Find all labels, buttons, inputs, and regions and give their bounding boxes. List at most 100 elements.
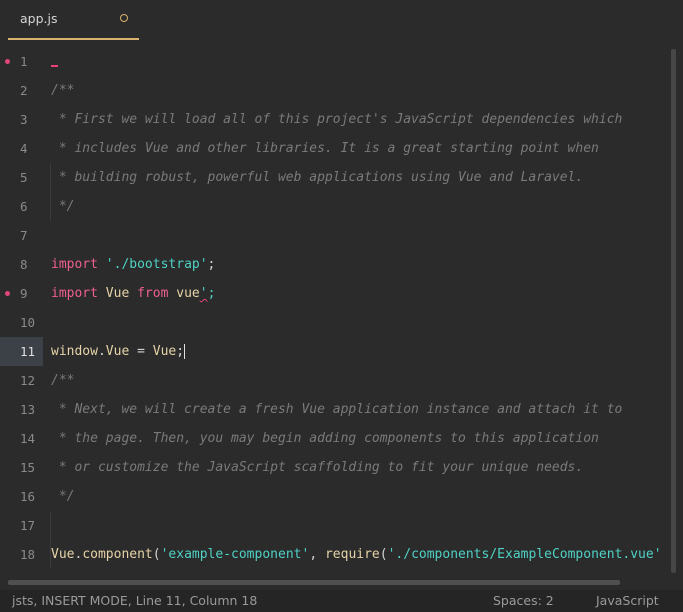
identifier: Vue	[51, 547, 75, 562]
tab-app-js[interactable]: app.js	[8, 0, 139, 40]
punctuation: ;	[207, 286, 216, 301]
identifier: Vue	[105, 286, 130, 301]
string-literal: 'example-component'	[160, 547, 310, 562]
code-line[interactable]: 14 * the page. Then, you may begin addin…	[0, 424, 668, 453]
punctuation: ,	[309, 547, 325, 562]
scrollbar-thumb[interactable]	[671, 49, 676, 573]
identifier: window	[51, 344, 98, 359]
line-number: 1	[20, 54, 28, 69]
gutter: 8	[0, 250, 43, 279]
line-number: 12	[20, 373, 36, 388]
horizontal-scrollbar[interactable]	[8, 580, 668, 586]
tab-bar: app.js	[0, 0, 683, 40]
code-line[interactable]: 7	[0, 221, 668, 250]
punctuation: ;	[207, 257, 216, 272]
syntax-error[interactable]: '	[200, 286, 208, 301]
gutter: 13	[0, 395, 43, 424]
gutter: 2	[0, 76, 43, 105]
punctuation: (	[379, 547, 388, 562]
code-line[interactable]: 15 * or customize the JavaScript scaffol…	[0, 453, 668, 482]
error-marker-icon[interactable]	[5, 291, 10, 296]
line-number: 3	[20, 112, 28, 127]
line-number: 18	[20, 547, 36, 562]
comment-text: */	[51, 199, 75, 214]
line-number: 10	[20, 315, 36, 330]
line-number: 6	[20, 199, 28, 214]
gutter: 15	[0, 453, 43, 482]
line-number: 16	[20, 489, 36, 504]
line-number: 14	[20, 431, 36, 446]
comment-text: * building robust, powerful web applicat…	[51, 170, 584, 185]
indentation-setting[interactable]: Spaces: 2	[493, 593, 554, 608]
code-text: import './bootstrap';	[51, 250, 215, 279]
cursor-icon	[51, 64, 58, 67]
keyword: from	[137, 286, 169, 301]
code-line[interactable]: 10	[0, 308, 668, 337]
string-literal: './bootstrap'	[105, 257, 208, 272]
comment-text: */	[51, 489, 75, 504]
code-line[interactable]: 13 * Next, we will create a fresh Vue ap…	[0, 395, 668, 424]
code-line[interactable]: 16 */	[0, 482, 668, 511]
line-number: 17	[20, 518, 36, 533]
code-text	[51, 47, 58, 76]
gutter: 12	[0, 366, 43, 395]
comment-text: * First we will load all of this project…	[51, 112, 623, 127]
code-line[interactable]: 12 /**	[0, 366, 668, 395]
code-line[interactable]: 4 * includes Vue and other libraries. It…	[0, 134, 668, 163]
gutter: 7	[0, 221, 43, 250]
punctuation: (	[152, 547, 161, 562]
line-number: 4	[20, 141, 28, 156]
gutter: 5	[0, 163, 43, 192]
error-marker-icon[interactable]	[5, 59, 10, 64]
identifier: Vue	[105, 344, 130, 359]
line-number: 5	[20, 170, 28, 185]
line-number: 13	[20, 402, 36, 417]
line-number: 11	[20, 344, 36, 359]
code-line-active[interactable]: 11 window.Vue = Vue;	[0, 337, 668, 366]
code-line[interactable]: 6 */	[0, 192, 668, 221]
code-text: import Vue from vue';	[51, 279, 215, 308]
gutter: 1	[0, 47, 43, 76]
gutter: 3	[0, 105, 43, 134]
status-mode: jsts, INSERT MODE, Line 11, Column 18	[12, 593, 258, 608]
gutter: 6	[0, 192, 43, 221]
status-bar: jsts, INSERT MODE, Line 11, Column 18 Sp…	[0, 590, 683, 612]
keyword: import	[51, 257, 98, 272]
comment-text: * the page. Then, you may begin adding c…	[51, 431, 599, 446]
comment-text: * or customize the JavaScript scaffoldin…	[51, 460, 584, 475]
code-line[interactable]: 1	[0, 47, 668, 76]
unsaved-indicator-icon[interactable]	[120, 14, 128, 22]
gutter: 16	[0, 482, 43, 511]
function-name: require	[324, 547, 380, 562]
identifier: vue	[176, 286, 200, 301]
gutter: 11	[0, 337, 43, 366]
code-line[interactable]: 2 /**	[0, 76, 668, 105]
line-number: 15	[20, 460, 36, 475]
code-line[interactable]: 8 import './bootstrap';	[0, 250, 668, 279]
comment-text: * Next, we will create a fresh Vue appli…	[51, 402, 623, 417]
comment-text: * includes Vue and other libraries. It i…	[51, 141, 599, 156]
tab-label: app.js	[20, 11, 58, 26]
comment-text: /**	[51, 373, 75, 388]
gutter: 9	[0, 279, 43, 308]
gutter: 17	[0, 511, 43, 540]
line-number: 7	[20, 228, 28, 243]
line-number: 2	[20, 83, 28, 98]
gutter: 10	[0, 308, 43, 337]
string-literal: './components/ExampleComponent.vue'	[387, 547, 662, 562]
comment-text: /**	[51, 83, 75, 98]
code-line[interactable]: 17	[0, 511, 668, 540]
code-text: window.Vue = Vue;	[51, 344, 186, 359]
scrollbar-thumb[interactable]	[8, 580, 620, 585]
language-mode[interactable]: JavaScript	[596, 593, 659, 608]
vertical-scrollbar[interactable]	[670, 47, 678, 577]
method-name: component	[82, 547, 153, 562]
code-line[interactable]: 5 * building robust, powerful web applic…	[0, 163, 668, 192]
code-line[interactable]: 18 Vue.component('example-component', re…	[0, 540, 668, 569]
text-cursor: ;	[176, 344, 186, 359]
identifier: Vue	[152, 344, 177, 359]
gutter: 18	[0, 540, 43, 569]
code-line[interactable]: 3 * First we will load all of this proje…	[0, 105, 668, 134]
code-line[interactable]: 9 import Vue from vue';	[0, 279, 668, 308]
code-editor[interactable]: 1 2 /** 3 * First we will load all of th…	[0, 47, 668, 577]
